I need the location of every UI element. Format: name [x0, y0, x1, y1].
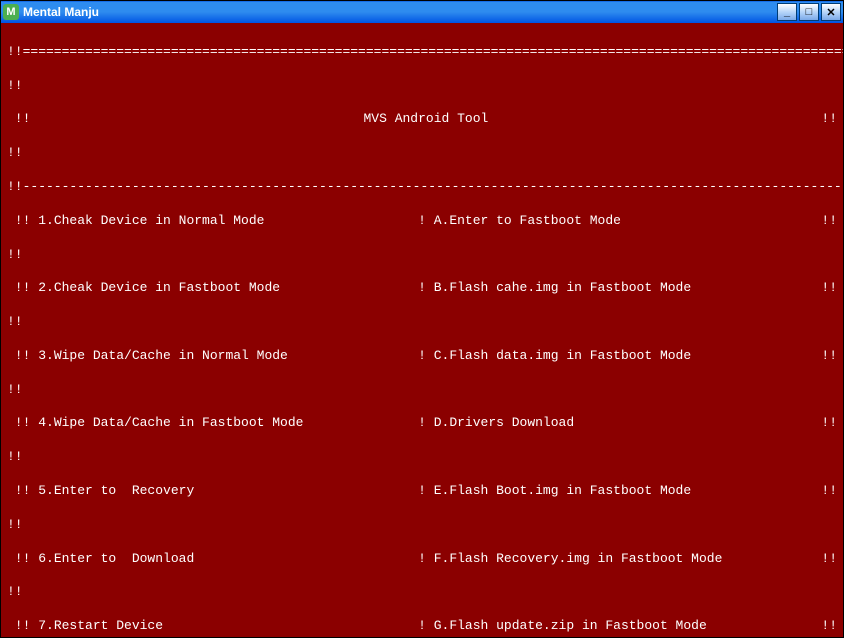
menu-item: B.Flash cahe.img in Fastboot Mode: [434, 280, 814, 297]
menu-row: !! 2.Cheak Device in Fastboot Mode! B.Fl…: [7, 280, 837, 297]
title-row: !! MVS Android Tool !!: [7, 111, 837, 128]
titlebar[interactable]: M Mental Manju _ □ ✕: [1, 1, 843, 23]
menu-row: !! 4.Wipe Data/Cache in Fastboot Mode! D…: [7, 415, 837, 432]
app-title: MVS Android Tool: [38, 111, 813, 128]
border-line: !! !!: [7, 314, 837, 331]
menu-item: 1.Cheak Device in Normal Mode: [38, 213, 418, 230]
menu-row: !! 3.Wipe Data/Cache in Normal Mode! C.F…: [7, 348, 837, 365]
border-line: !! !!: [7, 145, 837, 162]
border-line: !! !!: [7, 584, 837, 601]
menu-row: !! 5.Enter to Recovery! E.Flash Boot.img…: [7, 483, 837, 500]
menu-item: G.Flash update.zip in Fastboot Mode: [434, 618, 814, 635]
menu-item: E.Flash Boot.img in Fastboot Mode: [434, 483, 814, 500]
menu-item: 2.Cheak Device in Fastboot Mode: [38, 280, 418, 297]
border-line: !! !!: [7, 517, 837, 534]
menu-item: C.Flash data.img in Fastboot Mode: [434, 348, 814, 365]
border-line: !!======================================…: [7, 44, 837, 61]
app-window: M Mental Manju _ □ ✕ !!=================…: [0, 0, 844, 638]
minimize-button[interactable]: _: [777, 3, 797, 21]
border-line: !!--------------------------------------…: [7, 179, 837, 196]
maximize-button[interactable]: □: [799, 3, 819, 21]
menu-row: !! 1.Cheak Device in Normal Mode! A.Ente…: [7, 213, 837, 230]
border-line: !! !!: [7, 449, 837, 466]
close-button[interactable]: ✕: [821, 3, 841, 21]
border-line: !! !!: [7, 382, 837, 399]
menu-item: A.Enter to Fastboot Mode: [434, 213, 814, 230]
menu-item: 7.Restart Device: [38, 618, 418, 635]
menu-item: 3.Wipe Data/Cache in Normal Mode: [38, 348, 418, 365]
menu-item: 4.Wipe Data/Cache in Fastboot Mode: [38, 415, 418, 432]
border-line: !! !!: [7, 247, 837, 264]
border-line: !! !!: [7, 78, 837, 95]
menu-row: !! 6.Enter to Download! F.Flash Recovery…: [7, 551, 837, 568]
menu-item: F.Flash Recovery.img in Fastboot Mode: [434, 551, 814, 568]
menu-row: !! 7.Restart Device! G.Flash update.zip …: [7, 618, 837, 635]
menu-item: D.Drivers Download: [434, 415, 814, 432]
terminal[interactable]: !!======================================…: [1, 23, 843, 637]
window-title: Mental Manju: [23, 5, 777, 19]
app-icon: M: [3, 4, 19, 20]
menu-item: 5.Enter to Recovery: [38, 483, 418, 500]
menu-item: 6.Enter to Download: [38, 551, 418, 568]
